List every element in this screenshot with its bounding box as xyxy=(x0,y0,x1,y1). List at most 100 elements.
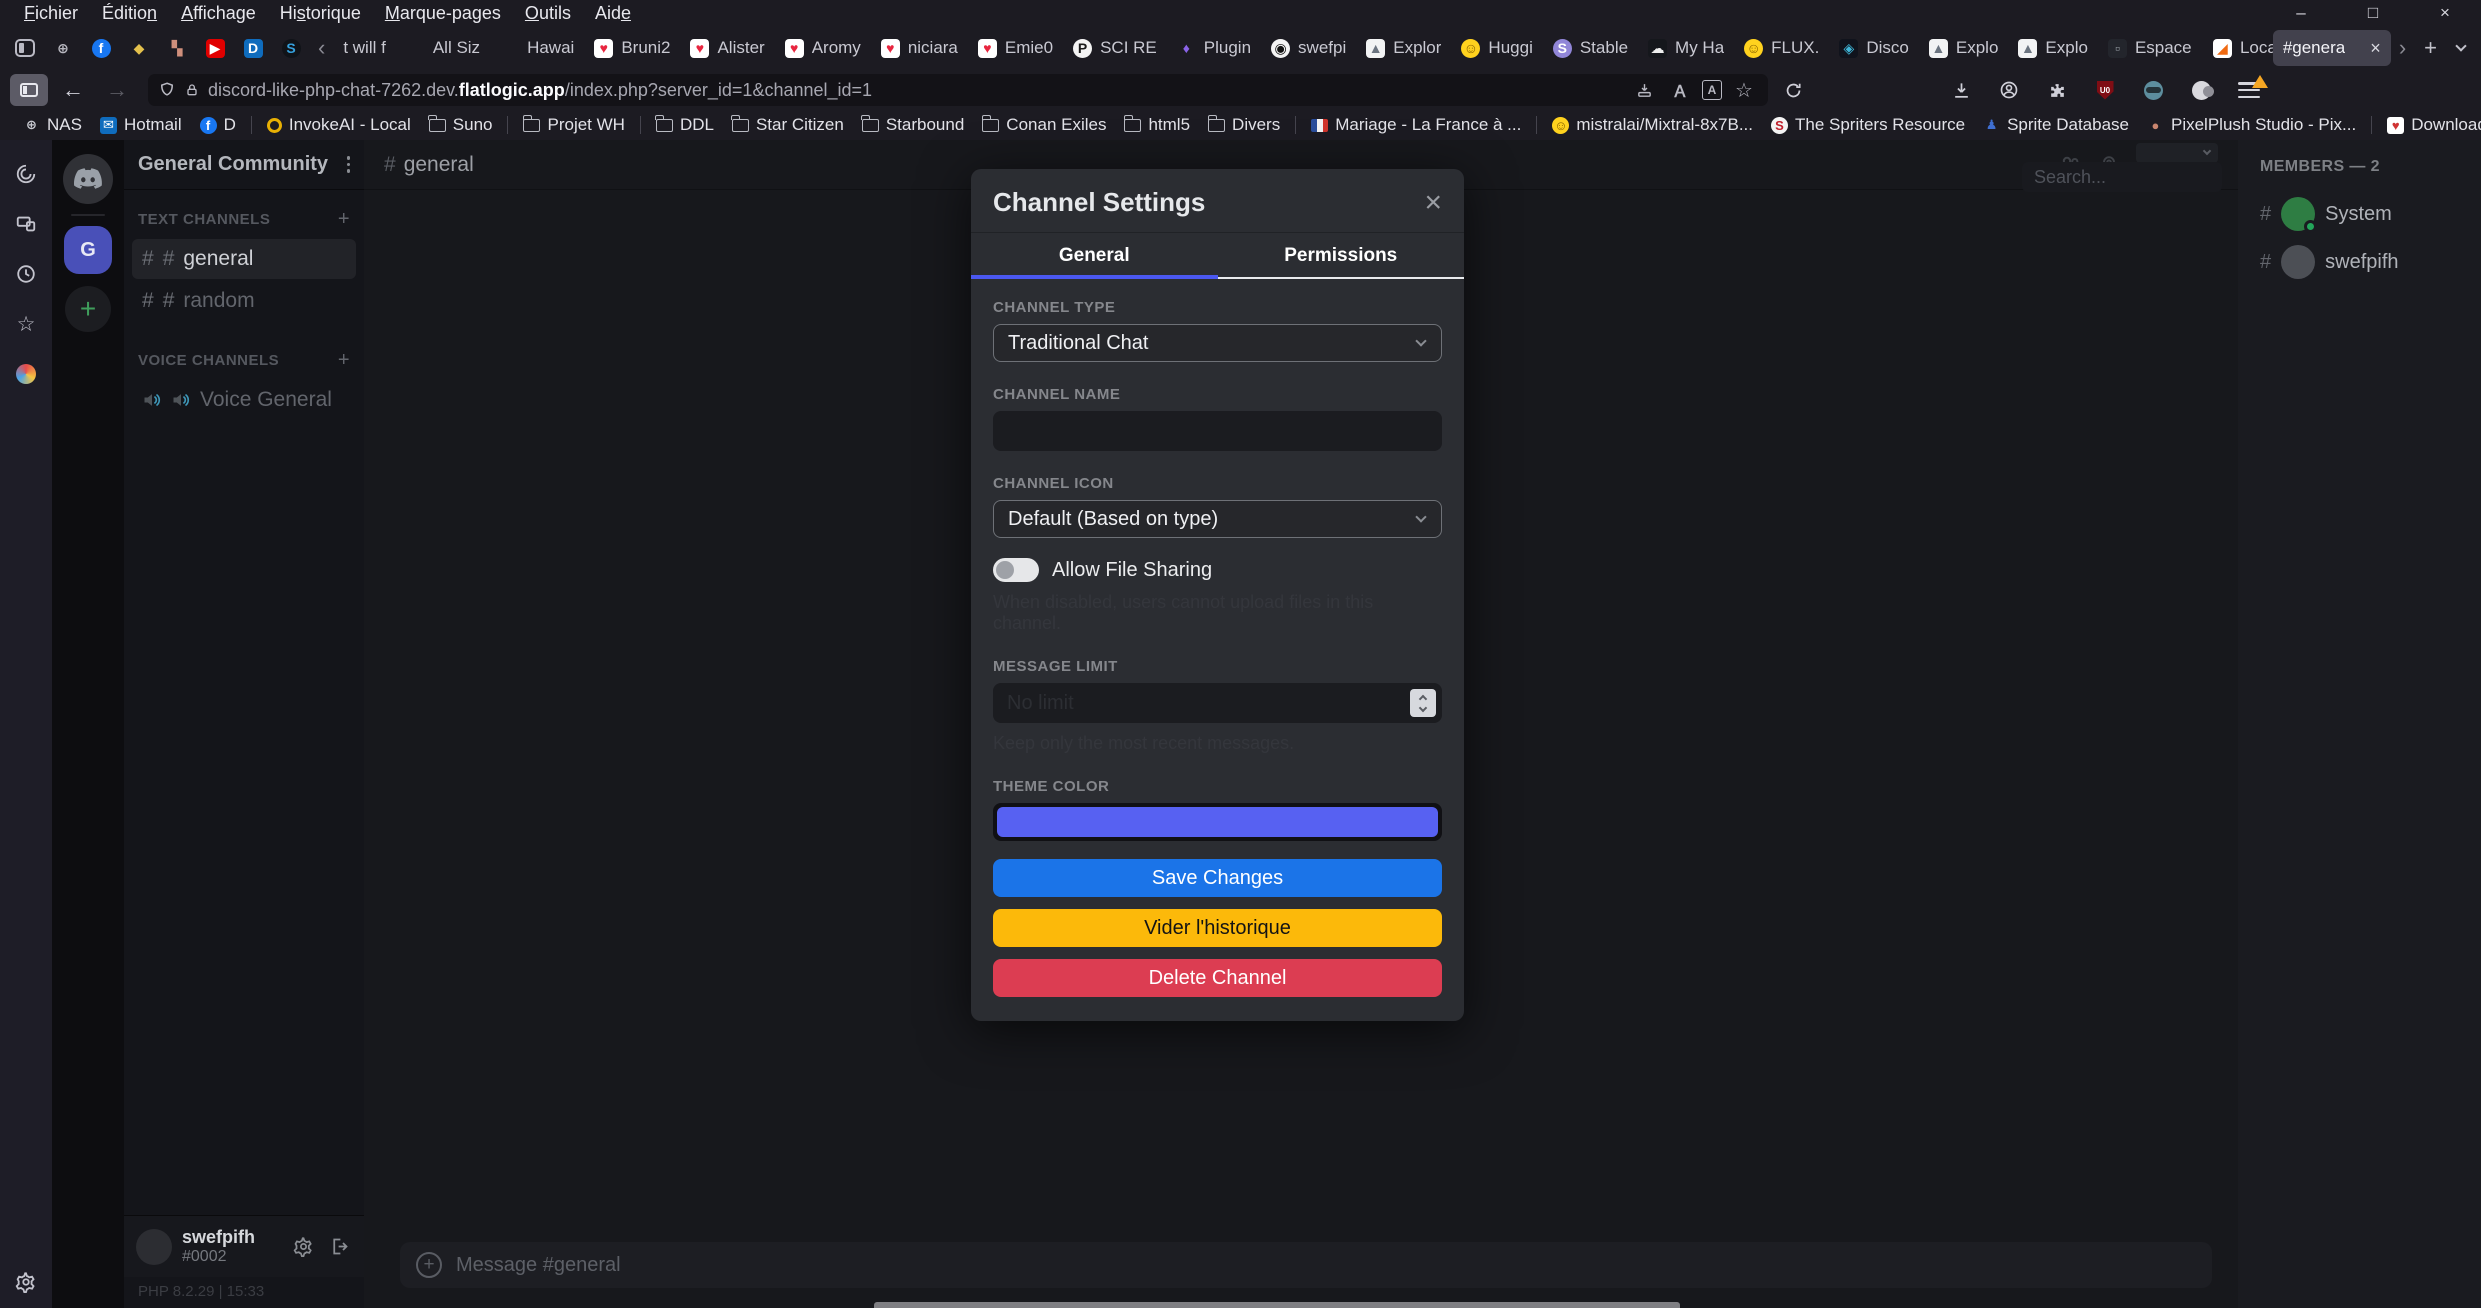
pinned-tab-globe[interactable]: ⊕ xyxy=(44,30,82,66)
user-settings-gear-icon[interactable] xyxy=(290,1234,316,1260)
delete-channel-button[interactable]: Delete Channel xyxy=(993,959,1442,997)
member-row[interactable]: #swefpifh xyxy=(2238,238,2481,286)
pinned-tab-firefox-view[interactable] xyxy=(6,30,44,66)
menu-outils[interactable]: Outils xyxy=(513,3,583,24)
menu-aide[interactable]: Aide xyxy=(583,3,643,24)
ublock-extension-icon[interactable]: U0 xyxy=(2086,74,2124,106)
maximize-button[interactable]: □ xyxy=(2337,0,2409,26)
tab[interactable]: ☺FLUX. xyxy=(1734,30,1829,66)
bookmark-item[interactable]: DDL xyxy=(647,113,723,137)
bookmark-item[interactable]: Projet WH xyxy=(514,113,633,137)
bookmark-item[interactable]: ●PixelPlush Studio - Pix... xyxy=(2138,113,2365,137)
tab[interactable]: ♥niciara xyxy=(871,30,968,66)
tab[interactable]: ◢Locati xyxy=(2203,30,2273,66)
modal-close-icon[interactable]: × xyxy=(1424,188,1442,218)
server-icon[interactable]: G xyxy=(64,226,112,274)
bookmark-item[interactable]: SThe Spriters Resource xyxy=(1762,113,1974,137)
bookmark-item[interactable]: ☺mistralai/Mixtral-8x7B... xyxy=(1543,113,1762,137)
tab[interactable]: t will f xyxy=(333,30,396,66)
message-input[interactable] xyxy=(456,1254,2196,1277)
history-clock-icon[interactable] xyxy=(14,262,38,286)
bookmark-item[interactable]: ⊕NAS xyxy=(14,113,91,137)
bookmark-item[interactable]: Star Citizen xyxy=(723,113,853,137)
member-row[interactable]: #System xyxy=(2238,190,2481,238)
theme-color-input[interactable] xyxy=(993,803,1442,841)
attach-plus-icon[interactable]: + xyxy=(416,1252,442,1278)
bookmark-item[interactable]: Conan Exiles xyxy=(973,113,1115,137)
forward-button[interactable]: → xyxy=(98,74,136,106)
bookmark-item[interactable]: fD xyxy=(191,113,245,137)
reader-translate-icon[interactable]: A xyxy=(1702,80,1722,100)
menu-dition[interactable]: Édition xyxy=(90,3,169,24)
save-page-icon[interactable] xyxy=(1630,76,1658,104)
bookmark-item[interactable]: Divers xyxy=(1199,113,1289,137)
discord-home-button[interactable] xyxy=(63,154,113,204)
tab-active[interactable]: #genera × xyxy=(2273,30,2391,66)
channel-name-input[interactable] xyxy=(993,411,1442,451)
bookmark-item[interactable]: Suno xyxy=(420,113,502,137)
tab[interactable]: ♥Emie0 xyxy=(968,30,1063,66)
tab[interactable]: ♦Plugin xyxy=(1167,30,1261,66)
bookmark-item[interactable]: InvokeAI - Local xyxy=(258,113,420,137)
channel-item-general[interactable]: ##general xyxy=(132,239,356,279)
minimize-button[interactable]: – xyxy=(2265,0,2337,26)
reload-button[interactable] xyxy=(1774,74,1812,106)
sidebar-toggle-button[interactable] xyxy=(10,74,48,106)
address-bar[interactable]: discord-like-php-chat-7262.dev.flatlogic… xyxy=(148,74,1768,106)
menu-marquepages[interactable]: Marque-pages xyxy=(373,3,513,24)
tab-list-dropdown-icon[interactable] xyxy=(2447,46,2475,50)
search-input[interactable] xyxy=(2022,162,2222,192)
bookmark-item[interactable]: Mariage - La France à ... xyxy=(1302,113,1530,137)
back-button[interactable]: ← xyxy=(54,74,92,106)
channel-icon-select[interactable]: Default (Based on type) xyxy=(993,500,1442,538)
tab[interactable]: ◈Disco xyxy=(1829,30,1919,66)
tab[interactable]: PSCI RE xyxy=(1063,30,1167,66)
translate-icon[interactable]: Ａ xyxy=(1666,76,1694,104)
message-limit-input[interactable] xyxy=(993,683,1442,723)
add-voice-channel-button[interactable]: + xyxy=(338,349,350,372)
voice-channel-item[interactable]: Voice General xyxy=(132,380,356,420)
bookmark-item[interactable]: html5 xyxy=(1115,113,1199,137)
menu-fichier[interactable]: Fichier xyxy=(12,3,90,24)
colorful-extension-icon[interactable] xyxy=(14,362,38,386)
lock-icon[interactable] xyxy=(184,82,200,98)
save-changes-button[interactable]: Save Changes xyxy=(993,859,1442,897)
app-menu-button[interactable] xyxy=(2230,74,2268,106)
tab[interactable]: ☁My Ha xyxy=(1638,30,1734,66)
channel-item-random[interactable]: ##random xyxy=(132,281,356,321)
settings-gear-icon[interactable] xyxy=(14,1270,38,1294)
modal-tab-permissions[interactable]: Permissions xyxy=(1218,233,1465,279)
bookmark-star-icon[interactable]: ☆ xyxy=(1730,76,1758,104)
bookmarks-star-icon[interactable]: ☆ xyxy=(14,312,38,336)
pinned-tab-synology[interactable]: S xyxy=(272,30,310,66)
close-button[interactable]: × xyxy=(2409,0,2481,26)
extensions-puzzle-icon[interactable] xyxy=(2038,74,2076,106)
modal-tab-general[interactable]: General xyxy=(971,233,1218,279)
scroll-tabs-left-icon[interactable]: ‹ xyxy=(310,35,333,61)
cookie-extension-icon[interactable] xyxy=(2134,74,2172,106)
menu-historique[interactable]: Historique xyxy=(268,3,373,24)
vider-l-historique-button[interactable]: Vider l'historique xyxy=(993,909,1442,947)
tab[interactable]: ◉swefpi xyxy=(1261,30,1356,66)
tab[interactable]: ▲Explo xyxy=(2008,30,2098,66)
header-filter-dropdown[interactable] xyxy=(2136,143,2218,163)
bookmark-item[interactable]: ♥Download Time Mana... xyxy=(2378,113,2481,137)
server-menu-icon[interactable] xyxy=(347,156,351,173)
add-text-channel-button[interactable]: + xyxy=(338,208,350,231)
pinned-tab-dsm[interactable]: D xyxy=(234,30,272,66)
bookmark-item[interactable]: ✉Hotmail xyxy=(91,113,191,137)
message-composer[interactable]: + xyxy=(400,1242,2212,1288)
tab[interactable]: All Siz xyxy=(396,30,490,66)
server-header[interactable]: General Community xyxy=(124,140,364,190)
tab[interactable]: Hawai xyxy=(490,30,584,66)
new-tab-button[interactable]: + xyxy=(2414,35,2447,61)
tab[interactable]: ▲Explo xyxy=(1919,30,2009,66)
pinned-tab-facebook[interactable]: f xyxy=(82,30,120,66)
logout-icon[interactable] xyxy=(326,1234,352,1260)
tab[interactable]: ♥Bruni2 xyxy=(584,30,680,66)
tab[interactable]: ☺Huggi xyxy=(1451,30,1542,66)
downloads-icon[interactable] xyxy=(1942,74,1980,106)
number-spinner[interactable] xyxy=(1410,689,1436,717)
tab[interactable]: SStable xyxy=(1543,30,1638,66)
file-sharing-toggle[interactable] xyxy=(993,558,1039,582)
